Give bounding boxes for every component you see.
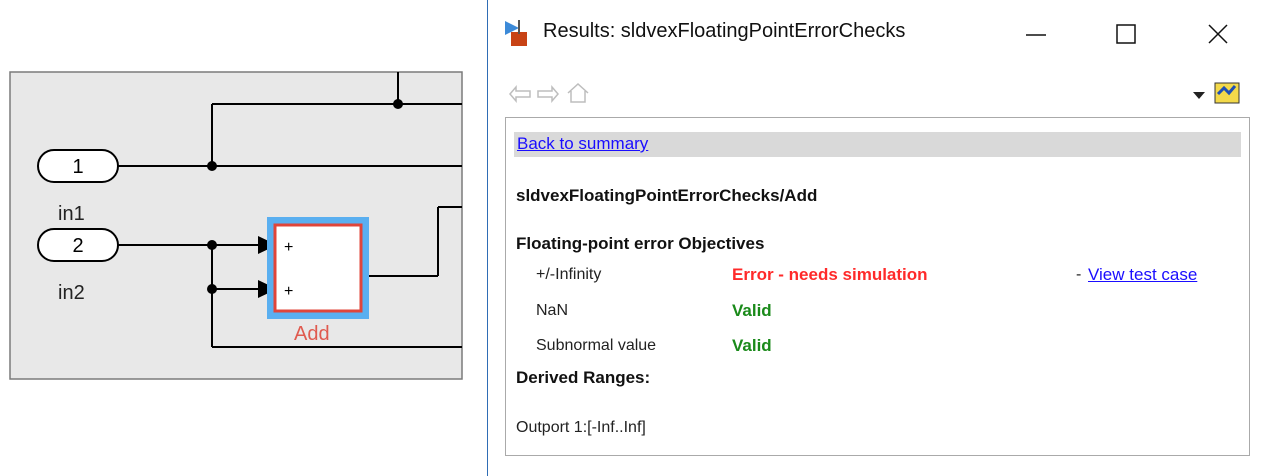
home-icon[interactable] [566,82,590,104]
inport-1-label: in1 [58,203,85,225]
model-diagram: 1 2 + + [9,71,463,380]
objective-name-nan: NaN [536,302,569,319]
window-title: Results: sldvexFloatingPointErrorChecks [543,20,906,42]
close-button[interactable] [1198,14,1238,54]
add-block-label: Add [294,323,330,345]
objectives-heading: Floating-point error Objectives [516,234,765,253]
results-window: Results: sldvexFloatingPointErrorChecks [487,0,1264,476]
inport-2-number: 2 [72,235,83,257]
inport-1-number: 1 [72,156,83,178]
forward-arrow-icon[interactable] [536,84,560,104]
minimize-icon [1026,34,1046,36]
minimize-button[interactable] [1016,14,1056,54]
objective-status-nan: Valid [732,301,772,320]
objective-name-subnormal: Subnormal value [536,337,657,354]
report-options-icon[interactable] [1214,80,1240,106]
toolbar [488,72,1264,116]
back-arrow-icon[interactable] [508,84,532,104]
derived-ranges-heading: Derived Ranges: [516,368,651,387]
model-canvas: 1 2 + + in1 in2 Add [0,0,470,476]
inport-1-block[interactable]: 1 [37,149,119,183]
back-link-bar: Back to summary [514,132,1241,157]
view-test-case-link[interactable]: View test case [1088,265,1197,285]
design-verifier-icon [502,18,532,48]
back-to-summary-link[interactable]: Back to summary [517,134,648,154]
objective-status-subnormal: Valid [732,336,772,355]
add-sign-2: + [284,283,293,300]
objective-status-infinity: Error - needs simulation [732,265,928,284]
derived-range-value: Outport 1:[-Inf..Inf] [516,419,646,436]
inport-2-label: in2 [58,282,85,304]
add-block[interactable]: + + [267,217,369,319]
objective-name-infinity: +/-Infinity [536,266,602,283]
dropdown-arrow-icon[interactable] [1192,90,1206,100]
link-prefix: - [1076,266,1082,283]
close-icon [1208,24,1228,44]
inport-2-block[interactable]: 2 [37,228,119,262]
maximize-icon [1116,24,1136,44]
report-content: Back to summary sldvexFloatingPointError… [505,117,1250,456]
title-bar[interactable]: Results: sldvexFloatingPointErrorChecks [488,0,1264,70]
block-path-heading: sldvexFloatingPointErrorChecks/Add [516,186,818,205]
add-sign-1: + [284,239,293,256]
maximize-button[interactable] [1106,14,1146,54]
